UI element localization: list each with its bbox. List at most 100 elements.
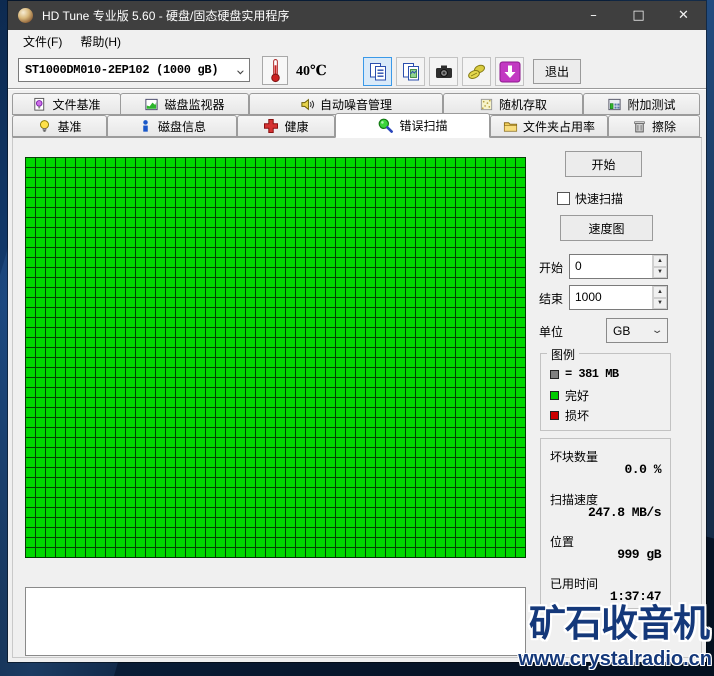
tab-erase[interactable]: 擦除 <box>608 115 700 137</box>
quick-scan-row: 快速扫描 <box>557 190 623 207</box>
quick-scan-checkbox[interactable] <box>557 192 570 205</box>
chevron-down-icon: ⌄ <box>650 325 664 336</box>
copy-image-button[interactable] <box>396 57 425 86</box>
start-position-spinner: ▲ ▼ <box>652 255 667 278</box>
benchmark-bulb-icon <box>40 119 50 132</box>
copy-image-icon <box>402 62 419 80</box>
camera-icon <box>435 65 452 78</box>
tab-label: 磁盘监视器 <box>164 97 225 112</box>
window-title: HD Tune 专业版 5.60 - 硬盘/固态硬盘实用程序 <box>42 9 290 23</box>
spin-up-icon[interactable]: ▲ <box>653 286 667 298</box>
tab-label: 文件基准 <box>52 97 101 112</box>
menu-help[interactable]: 帮助(H) <box>71 31 130 52</box>
end-position-spinner: ▲ ▼ <box>652 286 667 309</box>
maximize-button[interactable]: □ <box>616 1 661 30</box>
toolbar-separator <box>8 88 706 90</box>
temperature-readout: 40℃ <box>296 64 327 79</box>
legend-bad: 损坏 <box>550 407 589 424</box>
menu-file[interactable]: 文件(F) <box>14 31 71 52</box>
screenshot-button[interactable] <box>429 57 458 86</box>
bad-swatch-red <box>550 411 559 420</box>
position-label: 位置 <box>550 535 575 549</box>
exit-button[interactable]: 退出 <box>533 59 581 84</box>
legend-block-size: = 381 MB <box>550 367 619 381</box>
tab-folder-usage[interactable]: 文件夹占用率 <box>490 115 608 137</box>
start-position-label: 开始 <box>539 261 564 275</box>
tab-label: 基准 <box>57 119 82 134</box>
tab-error-scan[interactable]: 错误扫描 <box>335 113 490 138</box>
drive-select[interactable]: ST1000DM010-2EP102 (1000 gB) ⌄ <box>18 58 250 82</box>
scan-stats-groupbox: 坏块数量 0.0 % 扫描速度 247.8 MB/s 位置 999 gB 已用时… <box>540 438 671 609</box>
update-button[interactable] <box>495 57 524 86</box>
legend-bad-label: 损坏 <box>565 409 590 423</box>
unit-label: 单位 <box>539 325 564 339</box>
drive-select-value: ST1000DM010-2EP102 (1000 gB) <box>25 63 219 77</box>
watermark-url: www.crystalradio.cn <box>518 648 712 670</box>
start-scan-button[interactable]: 开始 <box>565 151 642 177</box>
spin-down-icon[interactable]: ▼ <box>653 297 667 309</box>
tab-health[interactable]: 健康 <box>237 115 335 137</box>
tab-auto-acoustic[interactable]: 自动噪音管理 <box>249 93 443 115</box>
random-access-icon <box>480 98 493 110</box>
start-position-input[interactable]: 0 ▲ ▼ <box>569 254 668 279</box>
tab-label: 自动噪音管理 <box>319 97 392 112</box>
legend-block-label: = 381 MB <box>565 367 619 381</box>
folder-icon <box>503 121 518 132</box>
close-button[interactable]: ✕ <box>661 1 706 30</box>
tab-label: 擦除 <box>651 119 676 134</box>
disk-info-icon <box>143 119 148 132</box>
unit-select-value: GB <box>613 323 631 338</box>
thermometer-icon <box>270 59 280 83</box>
download-update-icon <box>499 61 520 82</box>
hdtune-window: HD Tune 专业版 5.60 - 硬盘/固态硬盘实用程序 – □ ✕ 文件(… <box>8 1 706 662</box>
spin-down-icon[interactable]: ▼ <box>653 266 667 278</box>
extra-tests-icon <box>608 98 622 110</box>
tab-label: 磁盘信息 <box>157 119 206 134</box>
window-controls: – □ ✕ <box>571 1 706 30</box>
bad-block-list[interactable] <box>25 587 526 656</box>
legend-good-label: 完好 <box>565 389 590 403</box>
end-position-label: 结束 <box>539 292 564 306</box>
disk-monitor-icon <box>145 98 159 110</box>
desktop: HD Tune 专业版 5.60 - 硬盘/固态硬盘实用程序 – □ ✕ 文件(… <box>0 0 714 676</box>
tab-label: 文件夹占用率 <box>522 119 595 134</box>
temperature-button[interactable] <box>262 56 288 85</box>
end-position-input[interactable]: 1000 ▲ ▼ <box>569 285 668 310</box>
tab-disk-monitor[interactable]: 磁盘监视器 <box>120 93 249 115</box>
spin-up-icon[interactable]: ▲ <box>653 255 667 267</box>
copy-text-icon <box>369 62 386 80</box>
scan-block-grid <box>25 157 526 558</box>
toolbar: ST1000DM010-2EP102 (1000 gB) ⌄ 40℃ 退出 <box>8 52 706 89</box>
exit-button-label: 退出 <box>544 65 569 79</box>
quick-scan-label: 快速扫描 <box>575 192 624 206</box>
tab-disk-info[interactable]: 磁盘信息 <box>107 115 237 137</box>
titlebar[interactable]: HD Tune 专业版 5.60 - 硬盘/固态硬盘实用程序 – □ ✕ <box>8 1 706 30</box>
watermark-title: 矿石收音机 <box>529 603 710 644</box>
good-swatch-green <box>550 391 559 400</box>
start-position-value: 0 <box>575 259 582 273</box>
tab-label: 随机存取 <box>498 97 547 112</box>
unit-select[interactable]: GB ⌄ <box>606 318 668 343</box>
end-position-value: 1000 <box>575 290 602 304</box>
trash-icon <box>634 120 645 132</box>
tab-extra-tests[interactable]: 附加测试 <box>583 93 700 115</box>
legend-groupbox: 图例 = 381 MB 完好 损坏 <box>540 346 671 431</box>
minimize-button[interactable]: – <box>571 1 616 30</box>
speaker-icon <box>301 98 315 110</box>
tab-benchmark[interactable]: 基准 <box>12 115 107 137</box>
speed-map-button[interactable]: 速度图 <box>560 215 653 241</box>
elapsed-time-label: 已用时间 <box>550 577 599 591</box>
tab-label: 附加测试 <box>627 97 676 112</box>
scan-speed-value: 247.8 MB/s <box>587 505 662 520</box>
tab-random-access[interactable]: 随机存取 <box>443 93 583 115</box>
legend-good: 完好 <box>550 387 589 404</box>
damaged-blocks-label: 坏块数量 <box>550 450 599 464</box>
hdtune-app-icon <box>18 8 33 23</box>
speed-map-label: 速度图 <box>588 221 625 236</box>
copy-text-button[interactable] <box>363 57 392 86</box>
tab-label: 错误扫描 <box>399 119 448 133</box>
legend-title: 图例 <box>547 346 580 363</box>
tab-file-benchmark[interactable]: 文件基准 <box>12 93 121 115</box>
position-value: 999 gB <box>617 547 661 562</box>
donate-button[interactable] <box>462 57 491 86</box>
